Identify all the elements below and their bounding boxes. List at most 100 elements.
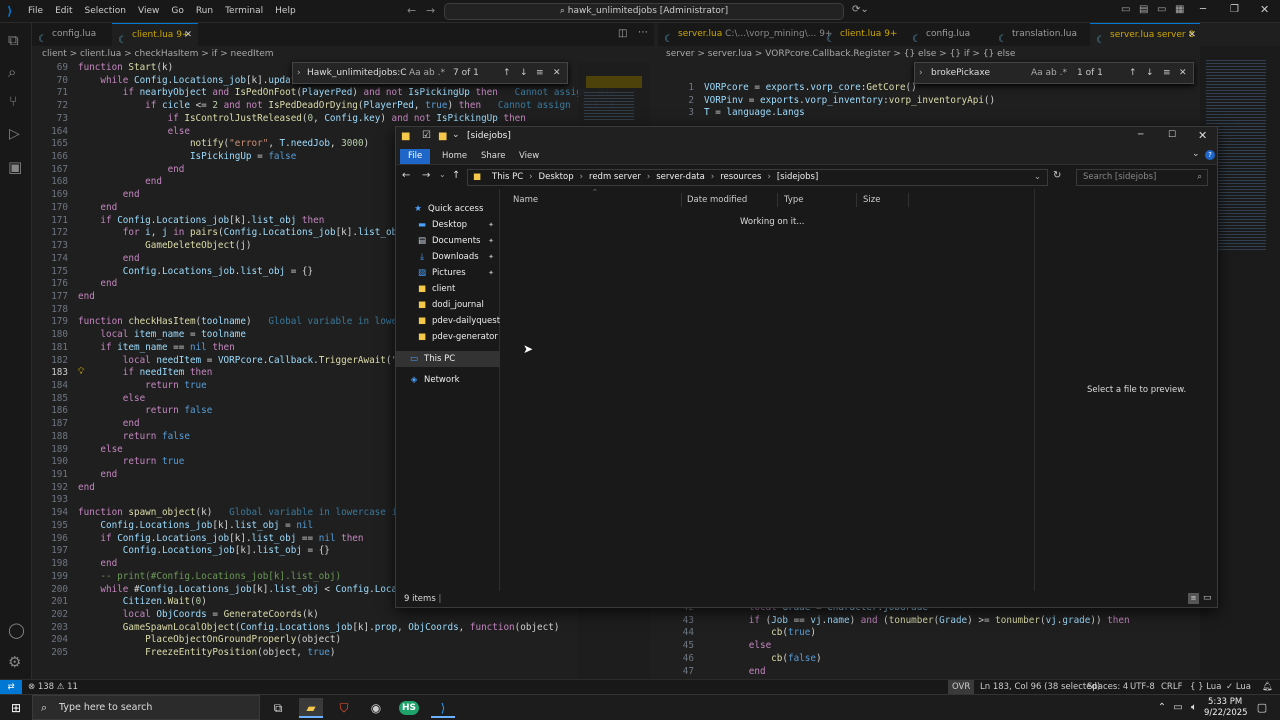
find-input[interactable]: brokePickaxe (931, 67, 1027, 80)
new-folder-icon[interactable]: ■ (438, 131, 447, 142)
clock-date[interactable]: 9/22/2025 (1204, 708, 1248, 718)
tab-config-lua-right[interactable]: ☾ config.lua (906, 23, 986, 46)
large-icons-view-icon[interactable]: ▭ (1203, 593, 1212, 604)
column-header-type[interactable]: Type (778, 193, 857, 207)
ribbon-tab-file[interactable]: File (400, 149, 431, 164)
file-explorer-taskbar-icon[interactable]: ▰ (299, 698, 323, 718)
minimize-icon[interactable]: ─ (1200, 4, 1206, 15)
nav-item-network[interactable]: ◈ Network (396, 372, 500, 388)
code-line[interactable]: 43 if (Job == vj.name) and (tonumber(Gra… (658, 615, 1200, 628)
cursor-position[interactable]: Ln 183, Col 96 (38 selected) (980, 680, 1100, 694)
address-bar[interactable]: ■ This PC › Desktop › redm server › server-dat… (467, 169, 1048, 186)
explorer-icon[interactable]: ⧉ (8, 31, 19, 49)
address-segment[interactable]: [sidejobs] (777, 172, 818, 182)
remote-indicator-icon[interactable]: ⇄ (0, 680, 22, 694)
split-editor-icon[interactable]: ◫ (618, 28, 627, 39)
lightbulb-icon[interactable]: 💡︎ (78, 367, 84, 377)
close-icon[interactable]: ✕ (1260, 3, 1269, 16)
explorer-search-input[interactable]: Search [sidejobs] ⌕ (1076, 169, 1208, 186)
lua-language-server[interactable]: ✓ Lua (1226, 680, 1251, 694)
nav-item-downloads[interactable]: ⤓ Downloads ✦ (396, 249, 500, 265)
nav-item-dodi-journal[interactable]: ■ dodi_journal (396, 297, 500, 313)
end-of-line[interactable]: CRLF (1161, 680, 1182, 694)
back-arrow-icon[interactable]: ← (402, 170, 410, 181)
hs-app-icon[interactable]: HS (397, 698, 421, 718)
tab-config-lua[interactable]: ☾ config.lua (32, 23, 110, 46)
menu-run[interactable]: Run (190, 6, 219, 16)
chevron-right-icon[interactable]: › (761, 172, 776, 182)
clock-time[interactable]: 5:33 PM (1208, 697, 1242, 707)
close-tab-icon[interactable]: ✕ (1188, 24, 1196, 47)
column-header-date[interactable]: Date modified (681, 193, 778, 207)
breadcrumb-left[interactable]: client > client.lua > checkHasItem > if … (42, 46, 274, 62)
tab-translation-lua[interactable]: ☾ translation.lua (992, 23, 1088, 46)
address-segment[interactable]: Desktop (539, 172, 574, 182)
tab-server-lua-mining[interactable]: ☾ server.lua C:\...\vorp_mining\... 9+ (658, 23, 832, 46)
chevron-right-icon[interactable]: › (523, 172, 538, 182)
code-line[interactable]: 71 if nearbyObject and IsPedOnFoot(Playe… (32, 87, 654, 100)
address-dropdown-icon[interactable]: ⌄ (1034, 170, 1041, 185)
menu-go[interactable]: Go (165, 6, 189, 16)
menu-file[interactable]: File (22, 6, 49, 16)
nav-item-pdev-dailyquest[interactable]: ■ pdev-dailyquest (396, 313, 500, 329)
run-debug-icon[interactable]: ▷ (9, 126, 20, 142)
nav-item-client[interactable]: ■ client (396, 281, 500, 297)
maximize-icon[interactable]: ☐ (1168, 130, 1176, 140)
find-input[interactable]: Hawk_unlimitedjobs:Callb (307, 67, 407, 80)
address-segment[interactable]: redm server (589, 172, 641, 182)
volume-tray-icon[interactable]: 🔈︎ (1182, 698, 1206, 718)
code-line[interactable]: 203 GameSpawnLocalObject(Config.Location… (32, 622, 654, 635)
address-segment[interactable]: resources (720, 172, 761, 182)
ribbon-tab-view[interactable]: View (511, 149, 547, 164)
back-arrow-icon[interactable]: ← (407, 4, 416, 17)
file-list[interactable]: Name ⌃ Date modified Type Size Working o… (501, 188, 1034, 591)
account-icon[interactable]: ◯ (8, 621, 25, 639)
nav-item-this-pc[interactable]: ▭ This PC (396, 351, 500, 367)
taskbar-search-box[interactable]: ⌕ Type here to search (32, 695, 260, 720)
vscode-taskbar-icon[interactable]: ⟩ (431, 698, 455, 718)
nav-item-quick-access[interactable]: ★ Quick access (396, 201, 500, 217)
menu-edit[interactable]: Edit (49, 6, 78, 16)
find-menu-icon[interactable]: ≡ (1163, 67, 1171, 80)
expand-ribbon-icon[interactable]: ⌄ (1192, 149, 1200, 159)
more-actions-icon[interactable]: ⋯ (638, 27, 648, 38)
details-view-icon[interactable]: ≡ (1188, 593, 1199, 604)
chevron-right-icon[interactable]: › (641, 172, 656, 182)
notifications-icon[interactable]: 🔔︎ (1262, 680, 1273, 694)
close-tab-icon[interactable]: ✕ (184, 24, 192, 47)
command-search-box[interactable]: ⌕ hawk_unlimitedjobs [Administrator] (444, 3, 844, 20)
ovr-indicator[interactable]: OVR (948, 680, 975, 694)
help-icon[interactable]: ? (1205, 150, 1215, 160)
address-segment[interactable]: server-data (656, 172, 705, 182)
code-line[interactable]: 205 FreezeEntityPosition(object, true) (32, 647, 654, 660)
search-icon[interactable]: ⌕ (8, 63, 16, 81)
source-control-icon[interactable]: ⑂ (9, 94, 17, 110)
ribbon-tab-home[interactable]: Home (434, 149, 475, 164)
code-line[interactable]: 47 end (658, 666, 1200, 679)
copilot-icon[interactable]: ⟳⌄ (852, 4, 869, 15)
menu-selection[interactable]: Selection (79, 6, 132, 16)
toggle-replace-icon[interactable]: › (297, 67, 301, 80)
nav-item-documents[interactable]: ▤ Documents ✦ (396, 233, 500, 249)
encoding[interactable]: UTF-8 (1130, 680, 1155, 694)
app-globe-icon[interactable]: ◉ (364, 698, 388, 718)
menu-terminal[interactable]: Terminal (219, 6, 269, 16)
code-line[interactable]: 45 else (658, 640, 1200, 653)
code-line[interactable]: 72 if cicle <= 2 and not IsPedDeadOrDyin… (32, 100, 654, 113)
close-find-icon[interactable]: ✕ (553, 67, 561, 80)
recent-locations-icon[interactable]: ⌄ (439, 170, 446, 179)
code-line[interactable]: 2 VORPinv = exports.vorp_inventory:vorp_i… (658, 95, 1200, 108)
customize-layout-icon[interactable]: ▦ (1175, 4, 1184, 15)
chevron-right-icon[interactable]: › (705, 172, 720, 182)
minimize-icon[interactable]: ─ (1138, 130, 1143, 140)
code-line[interactable]: 73 if IsControlJustReleased(0, Config.ke… (32, 113, 654, 126)
menu-help[interactable]: Help (269, 6, 302, 16)
forward-arrow-icon[interactable]: → (422, 170, 430, 181)
chevron-right-icon[interactable]: › (574, 172, 589, 182)
layout-sidebar-icon[interactable]: ▭ (1121, 4, 1130, 15)
layout-panel-icon[interactable]: ▤ (1139, 4, 1148, 15)
code-line[interactable]: 44 cb(true) (658, 627, 1200, 640)
windows-start-icon[interactable]: ⊞ (4, 698, 28, 718)
breadcrumb-right[interactable]: server > server.lua > VORPcore.Callback.… (666, 46, 1015, 62)
task-view-icon[interactable]: ⧉ (266, 698, 290, 718)
